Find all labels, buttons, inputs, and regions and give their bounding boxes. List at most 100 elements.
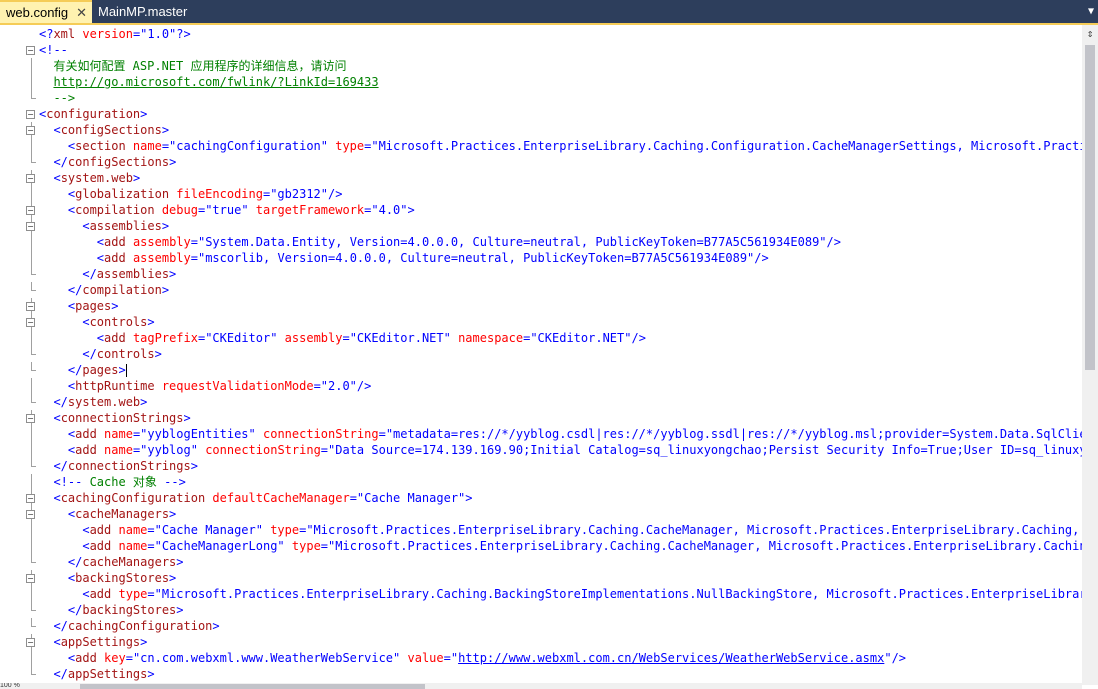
code-line[interactable]: <add assembly="mscorlib, Version=4.0.0.0… (0, 250, 1082, 266)
collapse-icon[interactable]: − (26, 110, 35, 119)
code-token: ="metadata=res://*/yyblog.csdl|res://*/y… (378, 427, 1082, 441)
code-token: http://go.microsoft.com/fwlink/?LinkId=1… (53, 75, 379, 89)
collapse-icon[interactable]: − (26, 510, 35, 519)
code-line[interactable]: <add name="Cache Manager" type="Microsof… (0, 522, 1082, 538)
code-line[interactable]: − <backingStores> (0, 570, 1082, 586)
code-token: </ (39, 667, 68, 681)
collapse-icon[interactable]: − (26, 126, 35, 135)
code-token: </ (39, 347, 97, 361)
code-line[interactable]: <add assembly="System.Data.Entity, Versi… (0, 234, 1082, 250)
fold-guide-end (31, 290, 36, 291)
zoom-level[interactable]: 100 % (0, 683, 40, 689)
code-token: --> (164, 475, 186, 489)
code-text: <cachingConfiguration defaultCacheManage… (39, 490, 472, 506)
code-line[interactable]: − <appSettings> (0, 634, 1082, 650)
code-line[interactable]: <!-- Cache 对象 --> (0, 474, 1082, 490)
code-line[interactable]: <?xml version="1.0"?> (0, 26, 1082, 42)
fold-guide-end (31, 610, 36, 611)
code-line[interactable]: <add name="CacheManagerLong" type="Micro… (0, 538, 1082, 554)
collapse-icon[interactable]: − (26, 318, 35, 327)
collapse-icon[interactable]: − (26, 414, 35, 423)
close-icon[interactable]: ✕ (76, 2, 87, 23)
code-line[interactable]: </system.web> (0, 394, 1082, 410)
collapse-icon[interactable]: − (26, 222, 35, 231)
code-line[interactable]: <section name="cachingConfiguration" typ… (0, 138, 1082, 154)
code-text: --> (39, 90, 75, 106)
code-token: < (39, 523, 90, 537)
code-line[interactable]: <add key="cn.com.webxml.www.WeatherWebSe… (0, 650, 1082, 666)
tab-label: MainMP.master (98, 4, 188, 19)
collapse-icon[interactable]: − (26, 302, 35, 311)
code-line[interactable]: − <configSections> (0, 122, 1082, 138)
code-token: ="yyblogEntities" (132, 427, 256, 441)
code-token: > (132, 171, 141, 185)
code-line[interactable]: http://go.microsoft.com/fwlink/?LinkId=1… (0, 74, 1082, 90)
code-line[interactable]: − <pages> (0, 298, 1082, 314)
code-token: add (89, 523, 112, 537)
code-token: controls (89, 315, 148, 329)
code-line[interactable]: </assemblies> (0, 266, 1082, 282)
code-line[interactable]: − <compilation debug="true" targetFramew… (0, 202, 1082, 218)
code-token: </ (39, 459, 68, 473)
code-text: </system.web> (39, 394, 147, 410)
code-line[interactable]: − <configuration> (0, 106, 1082, 122)
code-line[interactable]: <globalization fileEncoding="gb2312"/> (0, 186, 1082, 202)
code-token: </ (39, 363, 83, 377)
code-token: key (96, 651, 126, 665)
code-editor[interactable]: <?xml version="1.0"?> − <!-- 有关如何配置 ASP.NE… (0, 25, 1082, 683)
code-line[interactable]: </configSections> (0, 154, 1082, 170)
code-token: type (284, 539, 321, 553)
code-line[interactable]: <add tagPrefix="CKEditor" assembly="CKEd… (0, 330, 1082, 346)
code-token: 有关如何配置 ASP.NET 应用程序的详细信息，请访问 (39, 59, 347, 73)
code-token: cacheManagers (75, 507, 170, 521)
code-line[interactable]: <add name="yyblog" connectionString="Dat… (0, 442, 1082, 458)
code-line[interactable]: <add name="yyblogEntities" connectionStr… (0, 426, 1082, 442)
code-token: > (176, 555, 184, 569)
code-token: defaultCacheManager (205, 491, 350, 505)
horizontal-scrollbar[interactable] (0, 683, 1082, 689)
collapse-icon[interactable]: − (26, 46, 35, 55)
collapse-icon[interactable]: − (26, 174, 35, 183)
code-token: system.web (60, 171, 133, 185)
code-line[interactable]: </cacheManagers> (0, 554, 1082, 570)
code-line[interactable]: </controls> (0, 346, 1082, 362)
collapse-icon[interactable]: − (26, 574, 35, 583)
code-token: ="Cache Manager" (147, 523, 263, 537)
code-line[interactable]: --> (0, 90, 1082, 106)
fold-guide-end (31, 674, 36, 675)
code-line[interactable]: − <assemblies> (0, 218, 1082, 234)
code-token: < (39, 187, 76, 201)
code-token: compilation (82, 283, 162, 297)
code-line[interactable]: 有关如何配置 ASP.NET 应用程序的详细信息，请访问 (0, 58, 1082, 74)
tab-mainmp-master[interactable]: MainMP.master (92, 0, 202, 23)
split-view-icon[interactable]: ⇕ (1084, 28, 1096, 40)
code-line[interactable]: </cachingConfiguration> (0, 618, 1082, 634)
tab-web-config[interactable]: web.config ✕ (0, 0, 92, 23)
code-line[interactable]: − <controls> (0, 314, 1082, 330)
scroll-thumb[interactable] (80, 684, 425, 689)
code-token: < (39, 123, 61, 137)
chevron-down-icon[interactable]: ▼ (1088, 0, 1094, 23)
code-line[interactable]: − <cacheManagers> (0, 506, 1082, 522)
code-text: </controls> (39, 346, 161, 362)
code-line[interactable]: <httpRuntime requestValidationMode="2.0"… (0, 378, 1082, 394)
collapse-icon[interactable]: − (26, 638, 35, 647)
code-line[interactable]: </pages> (0, 362, 1082, 378)
code-line[interactable]: </connectionStrings> (0, 458, 1082, 474)
code-line[interactable]: </appSettings> (0, 666, 1082, 682)
code-line[interactable]: </compilation> (0, 282, 1082, 298)
code-line[interactable]: − <!-- (0, 42, 1082, 58)
code-token: < (39, 251, 105, 265)
code-text: <controls> (39, 314, 154, 330)
code-line[interactable]: − <cachingConfiguration defaultCacheMana… (0, 490, 1082, 506)
code-line[interactable]: </backingStores> (0, 602, 1082, 618)
scroll-thumb[interactable] (1085, 45, 1095, 370)
vertical-scrollbar[interactable]: ⇕ (1082, 25, 1098, 685)
code-token: > (140, 107, 148, 121)
collapse-icon[interactable]: − (26, 206, 35, 215)
code-line[interactable]: − <system.web> (0, 170, 1082, 186)
collapse-icon[interactable]: − (26, 494, 35, 503)
code-line[interactable]: <add type="Microsoft.Practices.Enterpris… (0, 586, 1082, 602)
code-line[interactable]: − <connectionStrings> (0, 410, 1082, 426)
code-token: > (161, 283, 170, 297)
